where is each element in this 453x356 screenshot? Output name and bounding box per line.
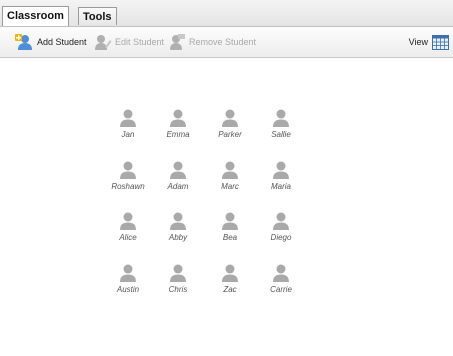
toolbar: Add Student Edit Student Remove Student … — [0, 27, 453, 58]
student-name: Alice — [119, 233, 137, 242]
tab-tools[interactable]: Tools — [78, 7, 117, 25]
student-avatar-icon — [273, 212, 289, 230]
edit-student-icon — [95, 35, 112, 50]
tab-bar: Classroom Tools — [0, 0, 453, 27]
student-avatar-icon — [120, 161, 136, 179]
student-name: Marc — [221, 182, 239, 191]
student-seat[interactable]: Jan — [103, 108, 153, 139]
edit-student-label: Edit Student — [115, 37, 165, 47]
student-name: Adam — [167, 182, 189, 191]
student-avatar-icon — [120, 109, 136, 127]
student-avatar-icon — [222, 212, 238, 230]
remove-student-label: Remove Student — [189, 37, 257, 47]
student-seat[interactable]: Emma — [153, 108, 203, 139]
student-name: Austin — [116, 285, 140, 294]
view-label: View — [408, 37, 428, 47]
student-avatar-icon — [170, 264, 186, 282]
student-avatar-icon — [120, 264, 136, 282]
student-name: Bea — [222, 233, 238, 242]
student-name: Abby — [168, 233, 188, 242]
student-name: Parker — [218, 130, 242, 139]
student-name: Jan — [121, 130, 135, 139]
student-name: Carrie — [270, 285, 292, 294]
student-seat[interactable]: Carrie — [256, 263, 306, 294]
remove-student-icon — [170, 34, 185, 50]
student-seat[interactable]: Roshawn — [103, 160, 153, 191]
student-seat[interactable]: Bea — [205, 211, 255, 242]
student-avatar-icon — [120, 212, 136, 230]
student-avatar-icon — [273, 161, 289, 179]
student-seat[interactable]: Austin — [103, 263, 153, 294]
tab-classroom[interactable]: Classroom — [2, 6, 69, 26]
student-seat[interactable]: Sallie — [256, 108, 306, 139]
view-button[interactable]: View — [409, 33, 449, 51]
student-avatar-icon — [170, 212, 186, 230]
classroom-seating-area: Jan Emma Parker Sallie Roshawn Adam Marc… — [0, 58, 453, 356]
student-seat[interactable]: Marc — [205, 160, 255, 191]
remove-student-button[interactable]: Remove Student — [168, 33, 256, 51]
student-avatar-icon — [273, 109, 289, 127]
student-avatar-icon — [222, 161, 238, 179]
student-seat[interactable]: Parker — [205, 108, 255, 139]
student-name: Emma — [166, 130, 190, 139]
student-seat[interactable]: Zac — [205, 263, 255, 294]
student-name: Roshawn — [111, 182, 145, 191]
student-seat[interactable]: Alice — [103, 211, 153, 242]
student-name: Maria — [270, 182, 291, 191]
student-name: Sallie — [271, 130, 291, 139]
student-seat[interactable]: Maria — [256, 160, 306, 191]
student-avatar-icon — [222, 109, 238, 127]
student-name: Chris — [168, 285, 188, 294]
student-seat[interactable]: Chris — [153, 263, 203, 294]
student-avatar-icon — [170, 161, 186, 179]
student-name: Zac — [223, 285, 237, 294]
edit-student-button[interactable]: Edit Student — [94, 33, 164, 51]
add-student-label: Add Student — [37, 37, 87, 47]
student-seat[interactable]: Abby — [153, 211, 203, 242]
student-avatar-icon — [222, 264, 238, 282]
student-avatar-icon — [273, 264, 289, 282]
add-student-icon — [15, 34, 32, 50]
student-avatar-icon — [170, 109, 186, 127]
student-name: Diego — [270, 233, 292, 242]
student-seat[interactable]: Adam — [153, 160, 203, 191]
student-seat[interactable]: Diego — [256, 211, 306, 242]
add-student-button[interactable]: Add Student — [14, 33, 87, 51]
grid-view-icon — [432, 34, 449, 50]
